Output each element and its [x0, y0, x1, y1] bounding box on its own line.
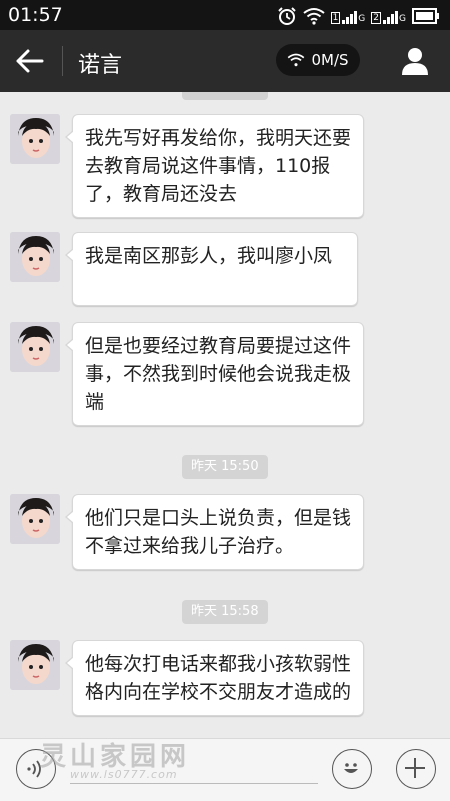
contact-avatar[interactable] [10, 232, 60, 282]
chat-title: 诺言 [78, 53, 123, 78]
battery-icon [412, 8, 439, 24]
chat-area[interactable]: 我先写好再发给你，我明天还要去教育局说这件事情，110报了，教育局还没去 我是南… [0, 92, 450, 738]
sim1-signal-icon: 1 G [330, 11, 366, 24]
alarm-icon [277, 7, 296, 25]
contact-avatar[interactable] [10, 494, 60, 544]
watermark-url: www.ls0777.com [70, 768, 178, 781]
contact-avatar[interactable] [10, 640, 60, 690]
message-timestamp: 昨天 15:58 [182, 600, 268, 624]
message-bubble[interactable]: 但是也要经过教育局要提过这件事，不然我到时候他会说我走极端 [65, 322, 364, 426]
contact-avatar[interactable] [10, 114, 60, 164]
message-timestamp: 昨天 15:50 [182, 455, 268, 479]
emoji-icon [344, 763, 358, 773]
title-bar: 诺言 0M/S [0, 30, 450, 92]
back-arrow-icon[interactable] [14, 46, 48, 76]
wifi-icon [288, 53, 305, 67]
status-icons: 1 G 2 G [277, 6, 440, 26]
network-speed-badge: 0M/S [276, 44, 360, 76]
message-bubble[interactable]: 我是南区那彭人，我叫廖小凤 [65, 232, 358, 306]
profile-icon[interactable] [400, 46, 430, 76]
title-divider [62, 46, 63, 76]
network-speed-value: 0M/S [311, 51, 349, 69]
message-bubble[interactable]: 他每次打电话来都我小孩软弱性格内向在学校不交朋友才造成的 [65, 640, 364, 716]
message-bubble[interactable]: 我先写好再发给你，我明天还要去教育局说这件事情，110报了，教育局还没去 [65, 114, 364, 218]
message-bubble[interactable]: 他们只是口头上说负责，但是钱不拿过来给我儿子治疗。 [65, 494, 364, 570]
status-time: 01:57 [8, 4, 63, 26]
add-attachment-button[interactable] [396, 749, 436, 789]
status-bar: 01:57 1 G 2 G [0, 0, 450, 30]
wifi-icon [302, 8, 325, 25]
emoji-button[interactable] [332, 749, 372, 789]
sim2-signal-icon: 2 G [371, 11, 406, 24]
plus-icon [405, 758, 425, 778]
message-input[interactable] [70, 783, 318, 784]
timestamp-cut [182, 92, 268, 100]
contact-avatar[interactable] [10, 322, 60, 372]
